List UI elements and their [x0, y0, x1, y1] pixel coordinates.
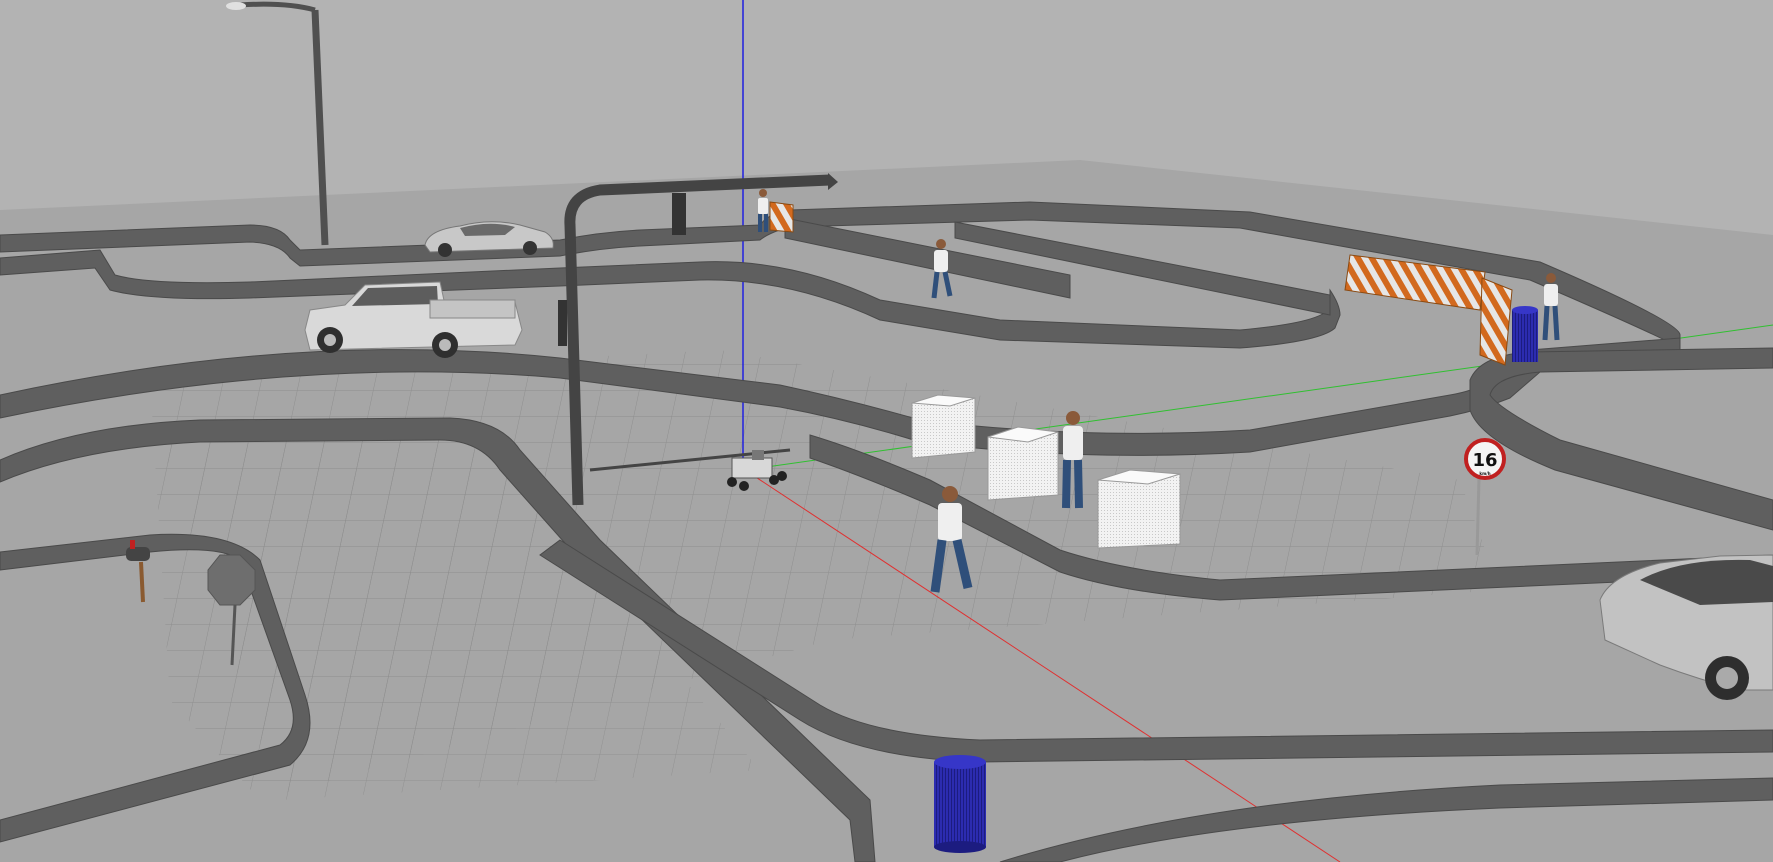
- 3d-scene[interactable]: 16 km/h: [0, 0, 1773, 862]
- lamp-head: [226, 2, 246, 10]
- construction-barrier[interactable]: [769, 201, 794, 233]
- traffic-light-side: [558, 300, 567, 346]
- traffic-light-head: [672, 193, 686, 235]
- speed-limit-unit: km/h: [1479, 471, 1490, 476]
- speed-limit-number: 16: [1472, 450, 1497, 471]
- white-box[interactable]: [987, 426, 1059, 501]
- simulation-viewport[interactable]: 16 km/h: [0, 0, 1773, 862]
- white-box[interactable]: [1097, 469, 1181, 549]
- blue-trash-can[interactable]: [1512, 306, 1538, 362]
- white-box[interactable]: [911, 394, 976, 459]
- blue-trash-can[interactable]: [934, 755, 986, 853]
